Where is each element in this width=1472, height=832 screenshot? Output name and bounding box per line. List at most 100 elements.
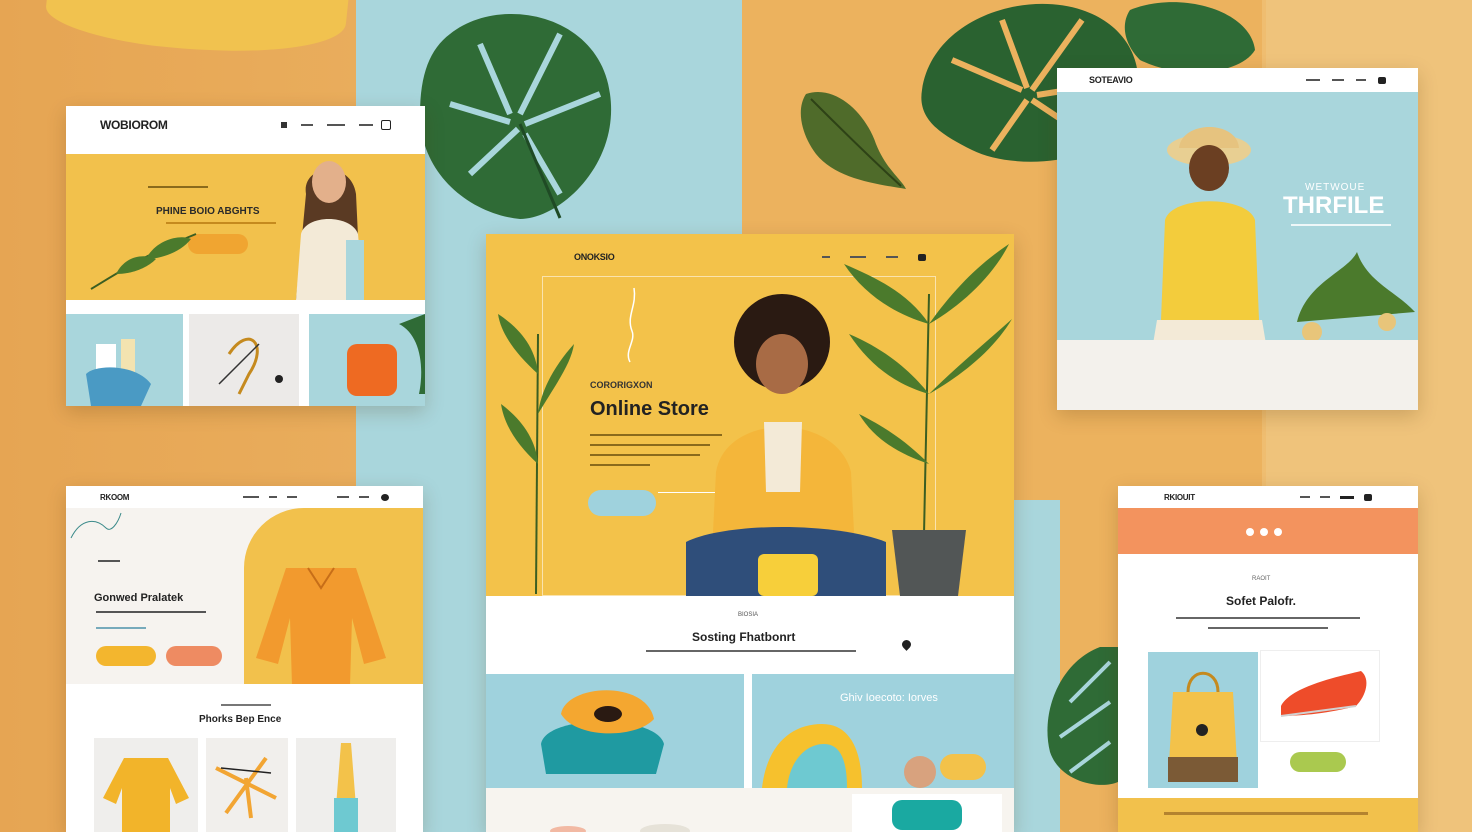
cart-icon[interactable] — [381, 120, 391, 130]
cart-icon[interactable] — [1364, 493, 1372, 501]
potted-palm-illustration — [844, 244, 1012, 596]
hero-headline: Gonwed Pralatek — [94, 592, 184, 604]
product-tile[interactable] — [66, 314, 183, 406]
carousel-dot[interactable] — [1260, 528, 1268, 536]
section-kicker: RAOIT — [1252, 576, 1271, 582]
hero-banner: WETWOUE THRFILE — [1057, 92, 1418, 410]
nav-link[interactable] — [287, 496, 297, 498]
website-mockup-card: RKOOM Gonwed Pralatek Phorks Bep Ence — [66, 486, 423, 832]
nav-link[interactable] — [1332, 79, 1344, 81]
primary-button[interactable] — [96, 646, 156, 666]
section-title: Sofet Palofr. — [1226, 594, 1297, 608]
hero-subtext — [96, 611, 206, 613]
nav-link[interactable] — [1300, 495, 1310, 498]
hero-banner: Gonwed Pralatek — [66, 508, 423, 686]
carousel-dot[interactable] — [1274, 528, 1282, 536]
woman-photo — [1152, 127, 1267, 370]
nav-link[interactable] — [301, 124, 313, 126]
secondary-button[interactable] — [166, 646, 222, 666]
hero-kicker: CORORIGXON — [590, 380, 653, 390]
hero-subtext — [590, 464, 650, 466]
nav-link[interactable] — [1320, 495, 1330, 498]
cart-icon[interactable] — [1378, 76, 1386, 84]
product-photo — [86, 339, 151, 406]
nav-link[interactable] — [359, 124, 373, 126]
section-kicker — [221, 704, 271, 706]
product-photo — [550, 826, 586, 832]
hero-cta-button[interactable] — [588, 490, 656, 516]
product-tile[interactable] — [309, 314, 425, 406]
promo-tile[interactable]: Ghiv Ioecoto: Iorves — [752, 674, 1014, 788]
hero-subtext — [1291, 224, 1391, 226]
product-tile[interactable] — [852, 794, 1002, 832]
monstera-leaf-illustration — [1047, 647, 1118, 785]
promo-button[interactable] — [940, 754, 986, 780]
nav-link[interactable] — [1306, 79, 1320, 81]
nav-link[interactable] — [1356, 79, 1366, 81]
product-tile[interactable] — [1148, 652, 1258, 788]
woman-photo — [296, 161, 364, 300]
section-title: Sosting Fhatbonrt — [692, 630, 796, 644]
nav-link[interactable] — [822, 256, 830, 258]
nav-link[interactable] — [327, 124, 345, 126]
product-photo — [347, 314, 425, 396]
product-photo — [334, 743, 358, 832]
nav-link[interactable] — [359, 496, 369, 498]
nav-link[interactable] — [337, 496, 349, 498]
brand-logo[interactable]: ONOKSIO — [574, 252, 615, 262]
shop-button[interactable] — [1290, 752, 1346, 772]
product-tile[interactable] — [486, 674, 744, 788]
nav-link[interactable] — [269, 496, 277, 498]
plant-illustration — [90, 233, 197, 290]
hero-headline: THRFILE — [1283, 192, 1385, 219]
decorative-sketch-icon — [70, 512, 122, 539]
footer-text — [1164, 812, 1368, 815]
product-tile[interactable] — [296, 738, 396, 832]
section-subtext — [646, 650, 856, 652]
product-tile[interactable] — [94, 738, 198, 832]
section-header: BIOSIA Sosting Fhatbonrt — [486, 596, 1014, 674]
hero-subtext — [96, 627, 146, 629]
hero-banner: ONOKSIO CORORIGXON Online Store — [486, 234, 1014, 596]
navbar: SOTEAVIO — [1057, 68, 1418, 92]
nav-link[interactable] — [1340, 495, 1354, 499]
nav-links — [1306, 79, 1366, 81]
curled-leaf-illustration — [800, 92, 906, 189]
footer-strip — [1118, 798, 1418, 832]
brand-logo[interactable]: RKOOM — [100, 493, 129, 502]
hero-kicker — [98, 560, 120, 562]
jacket-photo — [256, 567, 386, 686]
product-photo — [541, 690, 664, 774]
navbar: RKOOM — [66, 486, 423, 508]
product-photo — [1280, 671, 1367, 717]
product-tile[interactable] — [189, 314, 299, 406]
brand-logo[interactable]: RKIOUIT — [1164, 493, 1195, 502]
navbar: RKIOUIT — [1118, 486, 1418, 508]
promo-title: Ghiv Ioecoto: Iorves — [840, 692, 938, 704]
product-tile[interactable] — [206, 738, 288, 832]
nav-link[interactable] — [243, 496, 259, 498]
nav-link[interactable] — [281, 122, 287, 128]
product-row-partial — [486, 788, 1014, 832]
section-kicker: BIOSIA — [738, 612, 759, 618]
product-section: Phorks Bep Ence — [66, 684, 423, 832]
brand-logo[interactable]: WOBIOROM — [100, 118, 168, 132]
decorative-line-icon — [627, 287, 636, 363]
carousel-dot[interactable] — [1246, 528, 1254, 536]
product-photo — [215, 756, 277, 819]
brand-logo[interactable]: SOTEAVIO — [1089, 75, 1133, 85]
promo-strip — [1118, 508, 1418, 554]
website-mockup-card: ONOKSIO CORORIGXON Online Store BIOSIA S… — [486, 234, 1014, 832]
cart-icon[interactable] — [381, 493, 389, 501]
product-photo — [640, 824, 690, 832]
section-title: Phorks Bep Ence — [199, 714, 282, 725]
heart-icon[interactable] — [900, 638, 913, 651]
product-photo — [218, 337, 283, 395]
product-tile[interactable] — [1260, 650, 1380, 742]
navbar: WOBIOROM — [66, 106, 425, 144]
hero-subtext — [590, 454, 700, 456]
hero-banner: PHINE BOIO ABGHTS — [66, 154, 425, 300]
website-mockup-card: WOBIOROM PHINE BOIO ABGHTS — [66, 106, 425, 406]
bench — [1057, 340, 1418, 410]
plant-illustration — [498, 314, 574, 594]
